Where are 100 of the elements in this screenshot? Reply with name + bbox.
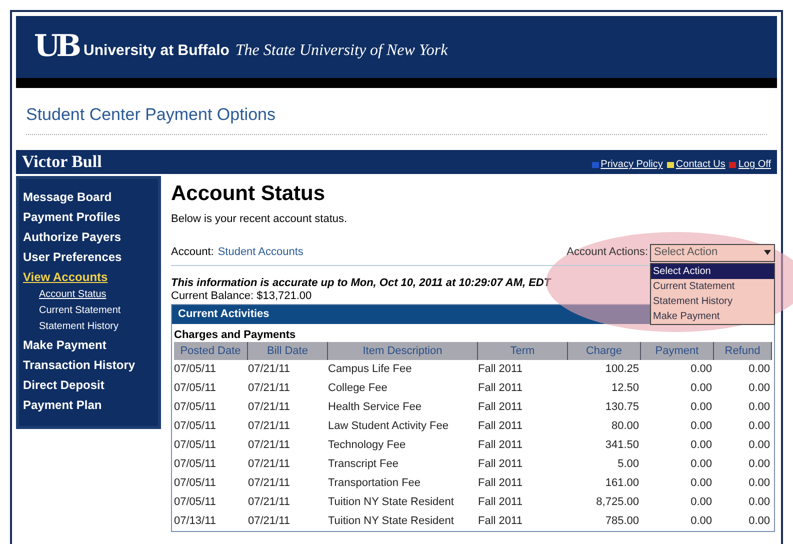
table-cell-text: 0.00 [690, 400, 713, 415]
table-cell-text: 07/05/11 [174, 456, 218, 472]
sidebar-item[interactable]: Authorize Payers [23, 227, 154, 247]
dropdown-option[interactable]: Current Statement [651, 278, 774, 294]
current-balance: Current Balance: $13,721.00 [171, 290, 312, 302]
column-header: Charge [568, 342, 641, 360]
sidebar-item[interactable]: User Preferences [23, 247, 154, 267]
dropdown-option[interactable]: Select Action [651, 264, 774, 278]
close-icon [729, 162, 736, 168]
column-header: Payment [641, 342, 714, 360]
table-cell-text: Tuition NY State Resident [328, 494, 455, 510]
table-cell-text: 07/05/11 [174, 494, 218, 510]
table-cell-text: Fall 2011 [478, 400, 524, 415]
header-link[interactable]: Contact Us [676, 157, 726, 172]
table-cell-text: 341.50 [604, 438, 640, 453]
table-cell-text: 07/05/11 [174, 438, 218, 453]
table-cell-text: Fall 2011 [478, 438, 524, 453]
table-cell-text: 0.00 [748, 494, 771, 510]
table-cell-text: 07/21/11 [248, 362, 292, 377]
table-cell-text: 0.00 [748, 514, 771, 529]
table-cell-text: Law Student Activity Fee [328, 418, 450, 434]
table-cell-text: 0.00 [748, 476, 771, 491]
section-subtitle: Charges and Payments [173, 328, 297, 342]
actions-label: Account Actions: [566, 245, 648, 260]
table-cell-text: Technology Fee [328, 438, 407, 453]
table-cell-text: 100.25 [604, 362, 640, 377]
table-cell-text: 07/13/11 [174, 514, 218, 529]
account-value: Student Accounts [218, 245, 304, 260]
sidebar-item[interactable]: Make Payment [23, 335, 154, 355]
page-heading: Account Status [171, 181, 326, 207]
header-link[interactable]: Log Off [738, 157, 771, 172]
sidebar-item[interactable]: Message Board [23, 187, 154, 207]
table-cell-text: Fall 2011 [478, 456, 524, 472]
table-cell-text: Health Service Fee [328, 400, 423, 415]
accuracy-note: This information is accurate up to Mon, Oct 10, 2011 at 10:29:07 AM, EDT [171, 276, 551, 290]
university-name: University at Buffalo [84, 40, 230, 61]
table-cell-text: 07/21/11 [248, 514, 292, 529]
action-select[interactable]: Select Action [650, 244, 775, 262]
table-cell-text: Transportation Fee [328, 476, 422, 491]
university-tagline: The State University of New York [235, 41, 448, 61]
table-cell-text: 161.00 [604, 476, 640, 491]
table-cell-text: 07/21/11 [248, 476, 292, 491]
dropdown-option[interactable]: Make Payment [651, 308, 774, 324]
column-header: Term [478, 342, 568, 360]
table-cell-text: 0.00 [748, 400, 771, 415]
dropdown-arrow-icon [764, 250, 771, 255]
table-cell-text: Campus Life Fee [328, 362, 413, 377]
table-cell-text: 0.00 [690, 456, 713, 472]
table-cell-text: College Fee [328, 380, 388, 396]
table-cell-text: Fall 2011 [478, 380, 524, 396]
description-text: Below is your recent account status. [171, 212, 348, 227]
table-cell-text: 0.00 [690, 438, 713, 453]
mail-icon [666, 162, 674, 168]
table-cell-text: 07/05/11 [174, 362, 218, 377]
table-cell-text: Fall 2011 [478, 362, 524, 377]
sidebar-item[interactable]: Account Status [23, 287, 154, 303]
table-cell-text: 07/21/11 [248, 494, 292, 510]
table-cell-text: 0.00 [690, 476, 713, 491]
sidebar-item[interactable]: Transaction History [23, 355, 154, 375]
table-cell-text: 0.00 [690, 494, 713, 510]
table-cell-text: 07/21/11 [248, 380, 292, 396]
table-cell-text: 0.00 [748, 380, 771, 396]
table-cell-text: 07/21/11 [248, 456, 292, 472]
header-link[interactable]: Privacy Policy [600, 157, 663, 172]
table-cell-text: Fall 2011 [478, 514, 524, 529]
table-cell-text: 0.00 [748, 418, 771, 434]
account-label: Account: [171, 245, 214, 260]
table-cell-text: 0.00 [690, 362, 713, 377]
info-icon [592, 162, 599, 168]
column-header: Refund [714, 342, 772, 360]
sidebar-item[interactable]: Payment Profiles [23, 207, 154, 227]
sidebar-item[interactable]: Current Statement [23, 303, 154, 319]
table-cell-text: 0.00 [690, 418, 713, 434]
sidebar-item[interactable]: Direct Deposit [23, 375, 154, 395]
column-header: Bill Date [248, 342, 328, 360]
sidebar-item[interactable]: View Accounts [23, 267, 154, 287]
table-cell-text: 0.00 [690, 380, 713, 396]
table-cell-text: Transcript Fee [328, 456, 400, 472]
column-header: Item Description [328, 342, 478, 360]
sidebar-item[interactable]: Statement History [23, 319, 154, 335]
table-cell-text: 07/21/11 [248, 438, 292, 453]
table-cell-text: 0.00 [748, 456, 771, 472]
table-cell-text: 07/21/11 [248, 400, 292, 415]
table-cell-text: 0.00 [748, 362, 771, 377]
table-cell-text: 130.75 [604, 400, 640, 415]
table-cell-text: 07/05/11 [174, 476, 218, 491]
table-cell-text: 80.00 [610, 418, 640, 434]
table-cell-text: 0.00 [690, 514, 713, 529]
table-cell-text: Tuition NY State Resident [328, 514, 455, 529]
table-cell-text: 07/05/11 [174, 380, 218, 396]
table-cell-text: Fall 2011 [478, 418, 524, 434]
table-cell-text: 07/05/11 [174, 418, 218, 434]
page-title: Student Center Payment Options [26, 102, 767, 134]
table-cell-text: 0.00 [748, 438, 771, 453]
table-cell-text: 07/05/11 [174, 400, 218, 415]
column-header: Posted Date [174, 342, 248, 360]
sidebar-item[interactable]: Payment Plan [23, 395, 154, 415]
table-cell-text: 8,725.00 [595, 494, 640, 510]
table-cell-text: Fall 2011 [478, 494, 524, 510]
table-cell-text: 785.00 [604, 514, 640, 529]
